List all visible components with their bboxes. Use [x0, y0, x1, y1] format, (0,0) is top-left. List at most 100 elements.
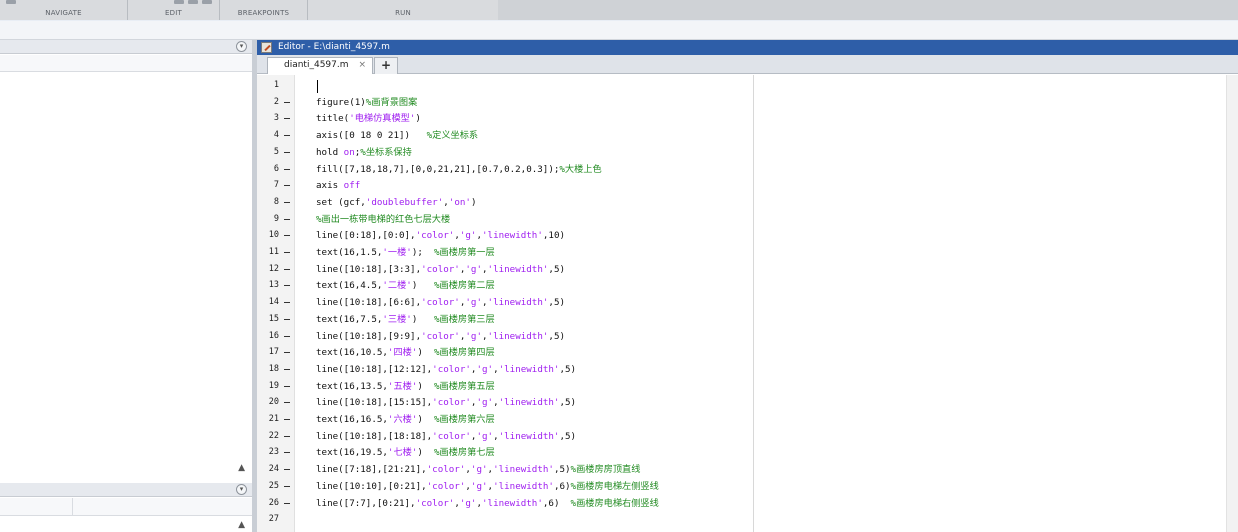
breakpoint-dash[interactable] — [284, 428, 292, 445]
breakpoint-dash[interactable] — [284, 144, 292, 161]
code-line[interactable]: 24 line([7:18],[21:21],'color','g','linew… — [257, 461, 1217, 478]
code-comment: %画楼房第一层 — [433, 247, 495, 258]
group-run: RUN — [308, 0, 498, 20]
breakpoint-dash[interactable] — [284, 127, 292, 144]
code-line[interactable]: 6 fill([7,18,18,7],[0,0,21,21],[0.7,0.2,0… — [257, 161, 1217, 178]
breakpoint-dash[interactable] — [284, 177, 292, 194]
code-text: line([10:18],[15:15],'color','g','linewi… — [316, 394, 576, 411]
code-line[interactable]: 4 axis([0 18 0 21]) %定义坐标系 — [257, 127, 1217, 144]
code-string: 'color' — [432, 430, 471, 442]
breakpoint-dash[interactable] — [284, 94, 292, 111]
breakpoint-dash[interactable] — [284, 244, 292, 261]
code-text: text(16,4.5,'二楼') %画楼房第二层 — [316, 277, 495, 294]
breakpoint-dash[interactable] — [284, 344, 292, 361]
breakpoint-dash[interactable] — [284, 227, 292, 244]
breakpoint-dash[interactable] — [284, 495, 292, 512]
editor-window: Editor - E:\dianti_4597.m dianti_4597.m … — [257, 40, 1238, 532]
code-line[interactable]: 15 text(16,7.5,'三楼') %画楼房第三层 — [257, 311, 1217, 328]
breakpoint-dash[interactable] — [284, 328, 292, 345]
code-line[interactable]: 26 line([7:7],[0:21],'color','g','linewid… — [257, 495, 1217, 512]
workspace-columns — [0, 498, 252, 516]
code-text: line([7:18],[21:21],'color','g','linewid… — [316, 461, 640, 478]
breakpoint-dash[interactable] — [284, 261, 292, 278]
code-line[interactable]: 23 text(16,19.5,'七楼') %画楼房第七层 — [257, 444, 1217, 461]
code-line[interactable]: 8 set (gcf,'doublebuffer','on') — [257, 194, 1217, 211]
tab-dianti[interactable]: dianti_4597.m × — [267, 57, 373, 74]
code-string: 'color' — [421, 330, 460, 342]
code-string: 'linewidth' — [493, 480, 554, 492]
new-tab-button[interactable]: + — [374, 57, 398, 74]
code-token: ,5) — [548, 263, 566, 275]
code-line[interactable]: 22 line([10:18],[18:18],'color','g','line… — [257, 428, 1217, 445]
breakpoint-dash[interactable] — [284, 461, 292, 478]
code-token: ,5) — [559, 397, 577, 409]
code-string: '二楼' — [382, 280, 412, 292]
code-line[interactable]: 13 text(16,4.5,'二楼') %画楼房第二层 — [257, 277, 1217, 294]
workspace-up-icon[interactable]: ▲ — [238, 520, 245, 530]
code-line[interactable]: 5 hold on;%坐标系保持 — [257, 144, 1217, 161]
code-area[interactable]: 1 2 figure(1)%画背景图案 3 title('电梯仿真模型') 4 axis([… — [257, 75, 1238, 532]
breakpoint-dash[interactable] — [284, 444, 292, 461]
code-string: '三楼' — [382, 313, 412, 325]
code-string: '四楼' — [387, 347, 418, 359]
code-token: ) — [470, 196, 477, 208]
code-line[interactable]: 16 line([10:18],[9:9],'color','g','linewi… — [257, 328, 1217, 345]
code-line[interactable]: 3 title('电梯仿真模型') — [257, 110, 1217, 127]
code-string: '七楼' — [387, 447, 418, 459]
code-line[interactable]: 9 %画出一栋带电梯的红色七层大楼 — [257, 211, 1217, 228]
code-token: ,5) — [559, 363, 577, 375]
code-token: text(16,4.5, — [316, 280, 383, 292]
breakpoint-dash[interactable] — [284, 378, 292, 395]
close-icon[interactable]: × — [358, 60, 366, 70]
code-string: off — [343, 180, 361, 192]
code-token: ); — [411, 247, 434, 258]
code-token: set (gcf, — [316, 196, 366, 208]
code-text: text(16,16.5,'六楼') %画楼房第六层 — [316, 411, 495, 428]
code-token: ) — [417, 447, 434, 459]
code-line[interactable]: 14 line([10:18],[6:6],'color','g','linewi… — [257, 294, 1217, 311]
breakpoint-dash[interactable] — [284, 294, 292, 311]
panel-menu-icon[interactable]: ▾ — [236, 41, 247, 52]
code-line[interactable]: 25 line([10:10],[0:21],'color','g','linew… — [257, 478, 1217, 495]
code-line[interactable]: 17 text(16,10.5,'四楼') %画楼房第四层 — [257, 344, 1217, 361]
code-text: title('电梯仿真模型') — [316, 110, 421, 127]
code-line[interactable]: 18 line([10:18],[12:12],'color','g','line… — [257, 361, 1217, 378]
code-line[interactable]: 10 line([0:18],[0:0],'color','g','linewid… — [257, 227, 1217, 244]
code-line[interactable]: 21 text(16,16.5,'六楼') %画楼房第六层 — [257, 411, 1217, 428]
code-text: fill([7,18,18,7],[0,0,21,21],[0.7,0.2,0.… — [316, 161, 602, 178]
code-line[interactable]: 20 line([10:18],[15:15],'color','g','line… — [257, 394, 1217, 411]
code-line[interactable]: 27 — [257, 511, 1217, 528]
code-line[interactable]: 11 text(16,1.5,'一楼'); %画楼房第一层 — [257, 244, 1217, 261]
code-line[interactable]: 12 line([10:18],[3:3],'color','g','linewi… — [257, 261, 1217, 278]
code-string: 'g' — [476, 363, 494, 375]
line-number: 7 — [273, 180, 279, 191]
breakpoint-dash[interactable] — [284, 211, 292, 228]
breakpoint-dash[interactable] — [284, 394, 292, 411]
vertical-scrollbar[interactable] — [1226, 75, 1238, 532]
address-bar[interactable] — [0, 21, 1238, 40]
line-number: 1 — [273, 80, 279, 90]
breakpoint-dash[interactable] — [284, 194, 292, 211]
current-folder-columns — [0, 55, 252, 72]
breakpoint-dash[interactable] — [284, 478, 292, 495]
breakpoint-dash[interactable] — [284, 277, 292, 294]
code-line[interactable]: 2 figure(1)%画背景图案 — [257, 94, 1217, 111]
code-text: line([10:10],[0:21],'color','g','linewid… — [316, 478, 659, 495]
expand-up-icon[interactable]: ▲ — [238, 463, 245, 473]
code-string: 'color' — [421, 263, 460, 275]
code-line[interactable]: 7 axis off — [257, 177, 1217, 194]
line-number: 12 — [268, 263, 279, 274]
group-label-edit: EDIT — [165, 9, 182, 17]
details-menu-icon[interactable]: ▾ — [236, 484, 247, 495]
line-number: 20 — [268, 397, 279, 408]
code-token: text(16,19.5, — [316, 447, 388, 459]
breakpoint-dash[interactable] — [284, 411, 292, 428]
breakpoint-dash[interactable] — [284, 311, 292, 328]
breakpoint-dash[interactable] — [284, 361, 292, 378]
code-token: text(16,10.5, — [316, 347, 388, 359]
code-line[interactable]: 1 — [257, 77, 1217, 94]
breakpoint-dash[interactable] — [284, 110, 292, 127]
code-token: ) — [415, 113, 421, 125]
breakpoint-dash[interactable] — [284, 161, 292, 178]
code-line[interactable]: 19 text(16,13.5,'五楼') %画楼房第五层 — [257, 378, 1217, 395]
